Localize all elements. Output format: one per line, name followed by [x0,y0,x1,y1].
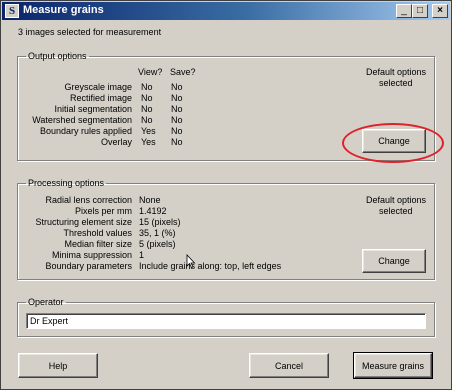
close-button[interactable]: × [432,4,448,18]
save-column-header: Save? [170,67,196,77]
title-bar[interactable]: S Measure grains _ □ × [2,2,450,20]
mouse-cursor-icon [186,254,196,268]
output-default-note-2: selected [379,78,413,88]
output-row-view: No [141,82,153,92]
selection-summary: 3 images selected for measurement [18,27,162,37]
output-row-view: No [141,115,153,125]
output-row-save: No [171,137,183,147]
processing-row-label: Median filter size [64,239,132,249]
processing-row-label: Pixels per mm [74,206,132,216]
processing-row-value: 35, 1 (%) [139,228,176,238]
output-row-view: Yes [141,137,156,147]
processing-row-label: Minima suppression [51,250,132,260]
output-row-view: Yes [141,126,156,136]
operator-legend: Operator [28,297,64,307]
output-default-note: Default options [366,67,427,77]
processing-row-value: Include grains along: top, left edges [139,261,282,271]
cancel-button[interactable]: Cancel [249,353,329,378]
operator-name-field[interactable]: Dr Expert [26,313,426,329]
help-button[interactable]: Help [18,353,98,378]
processing-default-note: Default options [366,195,427,205]
processing-row-label: Boundary parameters [45,261,132,271]
processing-options-legend: Processing options [28,178,105,188]
view-column-header: View? [138,67,163,77]
output-row-save: No [171,104,183,114]
output-row-label: Boundary rules applied [39,126,132,136]
output-row-save: No [171,93,183,103]
processing-row-value: 15 (pixels) [139,217,181,227]
output-row-label: Initial segmentation [54,104,132,114]
change-processing-options-button[interactable]: Change [362,249,426,273]
highlight-ellipse [342,123,444,163]
output-row-save: No [171,115,183,125]
processing-row-value: 1.4192 [139,206,167,216]
processing-row-label: Radial lens correction [45,195,132,205]
processing-row-value: 5 (pixels) [139,239,176,249]
output-row-label: Rectified image [69,93,132,103]
processing-row-label: Threshold values [63,228,132,238]
output-row-view: No [141,93,153,103]
output-row-label: Watershed segmentation [32,115,132,125]
processing-default-note-2: selected [379,206,413,216]
processing-row-value: None [139,195,161,205]
output-row-save: No [171,126,183,136]
output-row-view: No [141,104,153,114]
output-row-label: Greyscale image [64,82,132,92]
measure-grains-button[interactable]: Measure grains [353,352,433,379]
minimize-button[interactable]: _ [396,4,412,18]
output-options-legend: Output options [28,51,87,61]
output-row-save: No [171,82,183,92]
maximize-button[interactable]: □ [412,4,428,18]
window-title: Measure grains [23,4,104,16]
processing-row-value: 1 [139,250,145,260]
app-logo-icon: S [5,4,19,18]
processing-row-label: Structuring element size [35,217,132,227]
output-row-label: Overlay [100,137,132,147]
